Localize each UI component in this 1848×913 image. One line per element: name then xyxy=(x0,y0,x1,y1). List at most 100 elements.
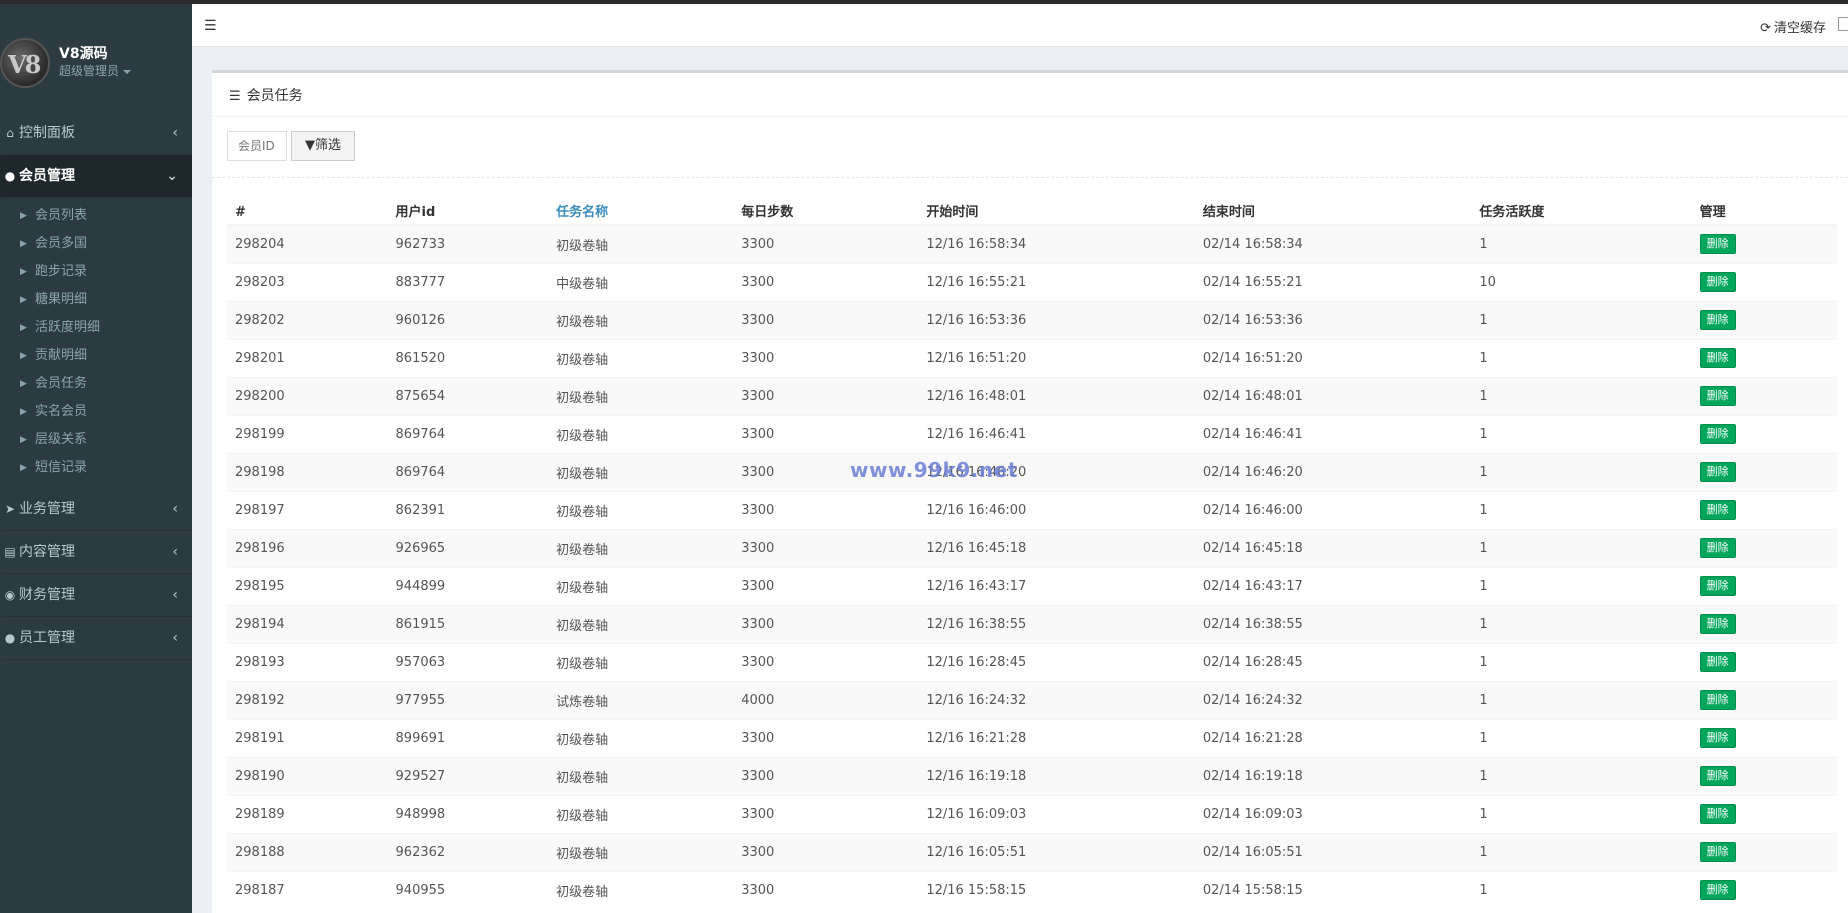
table-cell: 1 xyxy=(1471,870,1692,909)
table-cell: 试炼卷轴 xyxy=(548,680,734,719)
delete-button[interactable]: 删除 xyxy=(1699,728,1736,748)
clear-cache-button[interactable]: ⟳ 清空缓存 xyxy=(1760,17,1826,36)
sidebar-item-2[interactable]: ➤ 业务管理 ‹ xyxy=(0,488,192,531)
table-cell: 1 xyxy=(1471,376,1692,415)
sidebar-item-4[interactable]: ◉ 财务管理 ‹ xyxy=(0,574,192,617)
menu-toggle-icon[interactable]: ☰ xyxy=(204,18,217,34)
delete-button[interactable]: 删除 xyxy=(1699,842,1736,862)
sidebar-item-0[interactable]: ⌂ 控制面板 ‹ xyxy=(0,112,192,155)
submenu-item-9[interactable]: ▶ 短信记录 xyxy=(0,454,192,482)
table-cell-actions: 删除 xyxy=(1691,832,1837,871)
table-cell: 861915 xyxy=(387,604,549,643)
table-cell: 12/16 16:05:51 xyxy=(918,832,1195,871)
table-cell: 3300 xyxy=(733,224,919,263)
table-cell: 02/14 16:05:51 xyxy=(1194,832,1472,871)
sidebar-item-3[interactable]: ▤ 内容管理 ‹ xyxy=(0,531,192,574)
table-cell: 初级卷轴 xyxy=(548,642,734,681)
submenu-item-label: 实名会员 xyxy=(35,404,88,419)
submenu-item-label: 糖果明细 xyxy=(35,292,88,307)
sidebar-item-5[interactable]: ● 员工管理 ‹ xyxy=(0,617,192,660)
delete-button[interactable]: 删除 xyxy=(1699,690,1736,710)
delete-button[interactable]: 删除 xyxy=(1699,652,1736,672)
table-cell-actions: 删除 xyxy=(1691,794,1837,833)
table-cell: 12/16 16:51:20 xyxy=(918,338,1195,377)
submenu-item-1[interactable]: ▶ 会员多国 xyxy=(0,230,192,258)
sidebar-item-label: 业务管理 xyxy=(19,501,75,517)
caret-down-icon xyxy=(123,69,132,74)
delete-button[interactable]: 删除 xyxy=(1699,538,1736,558)
caret-right-icon: ▶ xyxy=(20,211,27,221)
fullscreen-icon[interactable] xyxy=(1838,17,1848,31)
table-cell: 3300 xyxy=(733,300,919,339)
table-cell: 初级卷轴 xyxy=(548,338,734,377)
submenu-item-5[interactable]: ▶ 贡献明细 xyxy=(0,342,192,370)
delete-button[interactable]: 删除 xyxy=(1699,272,1736,292)
table-cell: 3300 xyxy=(733,642,919,681)
table-cell: 4000 xyxy=(733,680,919,719)
submenu-item-8[interactable]: ▶ 层级关系 xyxy=(0,426,192,454)
delete-button[interactable]: 删除 xyxy=(1699,234,1736,255)
table-row: 298200 875654 初级卷轴 3300 12/16 16:48:01 02/14 … xyxy=(227,376,1837,415)
table-cell: 02/14 16:21:28 xyxy=(1194,718,1472,757)
table-cell: 298187 xyxy=(227,870,388,909)
table-cell: 02/14 15:58:15 xyxy=(1194,870,1472,909)
table-cell: 298194 xyxy=(227,604,388,643)
table-row: 298197 862391 初级卷轴 3300 12/16 16:46:00 02/14 … xyxy=(227,490,1837,529)
submenu-item-0[interactable]: ▶ 会员列表 xyxy=(0,202,192,230)
submenu-item-7[interactable]: ▶ 实名会员 xyxy=(0,398,192,426)
delete-button[interactable]: 删除 xyxy=(1699,500,1736,520)
table-cell: 1 xyxy=(1471,490,1692,529)
table-cell: 3300 xyxy=(733,756,919,795)
delete-button[interactable]: 删除 xyxy=(1699,804,1736,824)
table-cell-actions: 删除 xyxy=(1691,376,1837,415)
table-cell: 298196 xyxy=(227,528,388,567)
caret-right-icon: ▶ xyxy=(20,463,27,473)
table-cell: 12/16 16:46:41 xyxy=(918,414,1195,453)
delete-button[interactable]: 删除 xyxy=(1699,310,1736,330)
table-cell: 中级卷轴 xyxy=(548,262,734,301)
submenu-item-6[interactable]: ▶ 会员任务 xyxy=(0,370,192,398)
delete-button[interactable]: 删除 xyxy=(1699,880,1736,901)
table-row: 298198 869764 初级卷轴 3300 12/16 16:46:20 02/14 … xyxy=(227,452,1837,491)
delete-button[interactable]: 删除 xyxy=(1699,614,1736,634)
table-cell-actions: 删除 xyxy=(1691,604,1837,643)
member-id-input[interactable] xyxy=(227,131,287,161)
submenu-item-3[interactable]: ▶ 糖果明细 xyxy=(0,286,192,314)
submenu-item-2[interactable]: ▶ 跑步记录 xyxy=(0,258,192,286)
table-cell: 12/16 16:43:17 xyxy=(918,566,1195,605)
table-cell: 02/14 16:53:36 xyxy=(1194,300,1472,339)
table-cell: 298202 xyxy=(227,300,388,339)
chevron-left-icon: ‹ xyxy=(172,501,178,517)
table-cell: 883777 xyxy=(387,262,549,301)
table-cell: 1 xyxy=(1471,452,1692,491)
table-cell-actions: 删除 xyxy=(1691,528,1837,567)
table-cell-actions: 删除 xyxy=(1691,756,1837,795)
user-role-dropdown[interactable]: 超级管理员 xyxy=(59,62,132,79)
delete-button[interactable]: 删除 xyxy=(1699,386,1736,406)
table-cell-actions: 删除 xyxy=(1691,414,1837,453)
table-cell: 899691 xyxy=(387,718,549,757)
delete-button[interactable]: 删除 xyxy=(1699,424,1736,444)
column-header[interactable]: 任务名称 xyxy=(548,198,734,226)
caret-right-icon: ▶ xyxy=(20,407,27,417)
filter-button[interactable]: ▼筛选 xyxy=(291,131,355,161)
chevron-left-icon: ‹ xyxy=(172,544,178,560)
submenu-item-label: 会员多国 xyxy=(35,236,88,251)
brand-logo: V8 xyxy=(0,38,50,88)
delete-button[interactable]: 删除 xyxy=(1699,462,1736,482)
table-cell: 940955 xyxy=(387,870,549,909)
table-cell: 1 xyxy=(1471,528,1692,567)
delete-button[interactable]: 删除 xyxy=(1699,348,1736,368)
table-cell: 861520 xyxy=(387,338,549,377)
table-cell: 初级卷轴 xyxy=(548,300,734,339)
table-cell: 02/14 16:38:55 xyxy=(1194,604,1472,643)
delete-button[interactable]: 删除 xyxy=(1699,576,1736,596)
submenu-item-4[interactable]: ▶ 活跃度明细 xyxy=(0,314,192,342)
table-cell: 3300 xyxy=(733,718,919,757)
table-row: 298192 977955 试炼卷轴 4000 12/16 16:24:32 02/14 … xyxy=(227,680,1837,719)
table-cell: 02/14 16:45:18 xyxy=(1194,528,1472,567)
table-cell-actions: 删除 xyxy=(1691,566,1837,605)
delete-button[interactable]: 删除 xyxy=(1699,766,1736,786)
sidebar-item-1[interactable]: ● 会员管理 ⌄ xyxy=(0,155,192,198)
watermark: www.99k9.net xyxy=(850,458,1018,482)
